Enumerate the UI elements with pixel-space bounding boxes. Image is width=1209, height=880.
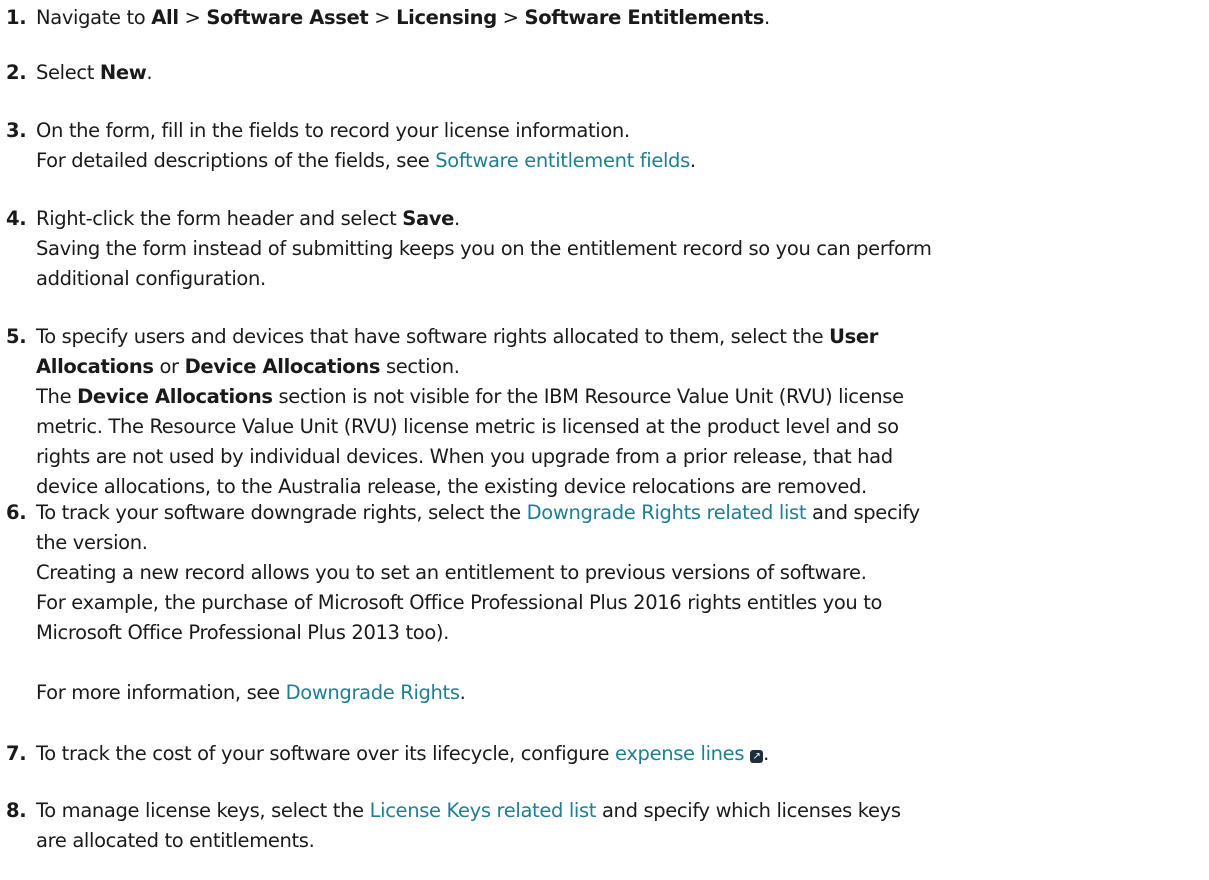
device-allocations-label: Device Allocations	[184, 355, 381, 378]
step-text: the version.	[36, 531, 148, 554]
text: To track the cost of your software over …	[36, 742, 616, 765]
path-separator: >	[496, 6, 525, 29]
text: .	[146, 61, 153, 84]
step-text: To manage license keys, select the Licen…	[36, 796, 1201, 826]
text: To manage license keys, select the	[36, 799, 370, 822]
step-number: 3.	[6, 119, 27, 142]
step-more-info: For more information, see Downgrade Righ…	[36, 678, 1201, 708]
step-text: To specify users and devices that have s…	[36, 322, 1201, 352]
step-detail: Microsoft Office Professional Plus 2013 …	[36, 621, 450, 644]
step-4: 4. Right-click the form header and selec…	[6, 204, 1201, 294]
downgrade-rights-related-list-link[interactable]: Downgrade Rights related list	[527, 501, 807, 524]
step-6: 6. To track your software downgrade righ…	[6, 498, 1201, 708]
external-link-icon[interactable]: ↗	[750, 750, 764, 763]
step-text: Navigate to All > Software Asset > Licen…	[36, 3, 1201, 33]
step-detail: Creating a new record allows you to set …	[36, 561, 867, 584]
downgrade-rights-link[interactable]: Downgrade Rights	[286, 681, 460, 704]
nav-path-software-asset: Software Asset	[206, 6, 369, 29]
step-detail: metric. The Resource Value Unit (RVU) li…	[36, 415, 899, 438]
save-label: Save	[402, 207, 455, 230]
nav-path-software-entitlements: Software Entitlements	[524, 6, 765, 29]
step-8: 8. To manage license keys, select the Li…	[6, 796, 1201, 856]
user-allocations-label: User	[829, 325, 879, 348]
path-separator: >	[178, 6, 207, 29]
step-1: 1. Navigate to All > Software Asset > Li…	[6, 3, 1201, 33]
step-number: 6.	[6, 501, 27, 524]
step-detail: The Device Allocations section is not vi…	[36, 382, 1201, 412]
step-detail: additional configuration.	[36, 267, 266, 290]
text: or	[153, 355, 185, 378]
text: section.	[380, 355, 460, 378]
step-5: 5. To specify users and devices that hav…	[6, 322, 1201, 502]
text: .	[689, 149, 696, 172]
step-text: To track the cost of your software over …	[36, 739, 1201, 769]
text: Select	[36, 61, 100, 84]
software-entitlement-fields-link[interactable]: Software entitlement fields	[435, 149, 690, 172]
step-detail: Saving the form instead of submitting ke…	[36, 237, 932, 260]
step-number: 2.	[6, 61, 27, 84]
text: .	[454, 207, 460, 230]
step-number: 5.	[6, 325, 27, 348]
text: Right-click the form header and select	[36, 207, 403, 230]
path-separator: >	[368, 6, 397, 29]
text: and specify	[806, 501, 920, 524]
instructions-page: 1. Navigate to All > Software Asset > Li…	[0, 0, 1209, 880]
text: For detailed descriptions of the fields,…	[36, 149, 436, 172]
text: To track your software downgrade rights,…	[36, 501, 527, 524]
step-detail: rights are not used by individual device…	[36, 445, 893, 468]
license-keys-related-list-link[interactable]: License Keys related list	[370, 799, 597, 822]
step-3: 3. On the form, fill in the fields to re…	[6, 116, 1201, 176]
step-text: To track your software downgrade rights,…	[36, 498, 1201, 528]
step-number: 7.	[6, 742, 27, 765]
text: section is not visible for the IBM Resou…	[272, 385, 904, 408]
device-allocations-label: Device Allocations	[77, 385, 273, 408]
text: The	[36, 385, 78, 408]
step-number: 8.	[6, 799, 27, 822]
step-2: 2. Select New.	[6, 58, 1201, 88]
text: Navigate to	[36, 6, 152, 29]
new-label: New	[99, 61, 147, 84]
step-number: 4.	[6, 207, 27, 230]
text: To specify users and devices that have s…	[36, 325, 830, 348]
step-text: Allocations or Device Allocations sectio…	[36, 352, 1201, 382]
nav-path-licensing: Licensing	[396, 6, 497, 29]
step-text: Right-click the form header and select S…	[36, 204, 1201, 234]
expense-lines-link[interactable]: expense lines	[615, 742, 744, 765]
text: For more information, see	[36, 681, 286, 704]
text: and specify which licenses keys	[596, 799, 901, 822]
text: .	[763, 742, 769, 765]
nav-path-all: All	[151, 6, 179, 29]
step-number: 1.	[6, 6, 27, 29]
step-text: On the form, fill in the fields to recor…	[36, 119, 630, 142]
step-detail: For example, the purchase of Microsoft O…	[36, 591, 883, 614]
step-text: Select New.	[36, 58, 1201, 88]
step-7: 7. To track the cost of your software ov…	[6, 739, 1201, 769]
step-text: are allocated to entitlements.	[36, 829, 315, 852]
text: .	[764, 6, 770, 29]
text: .	[459, 681, 466, 704]
step-detail: For detailed descriptions of the fields,…	[36, 146, 1201, 176]
user-allocations-label: Allocations	[36, 355, 154, 378]
